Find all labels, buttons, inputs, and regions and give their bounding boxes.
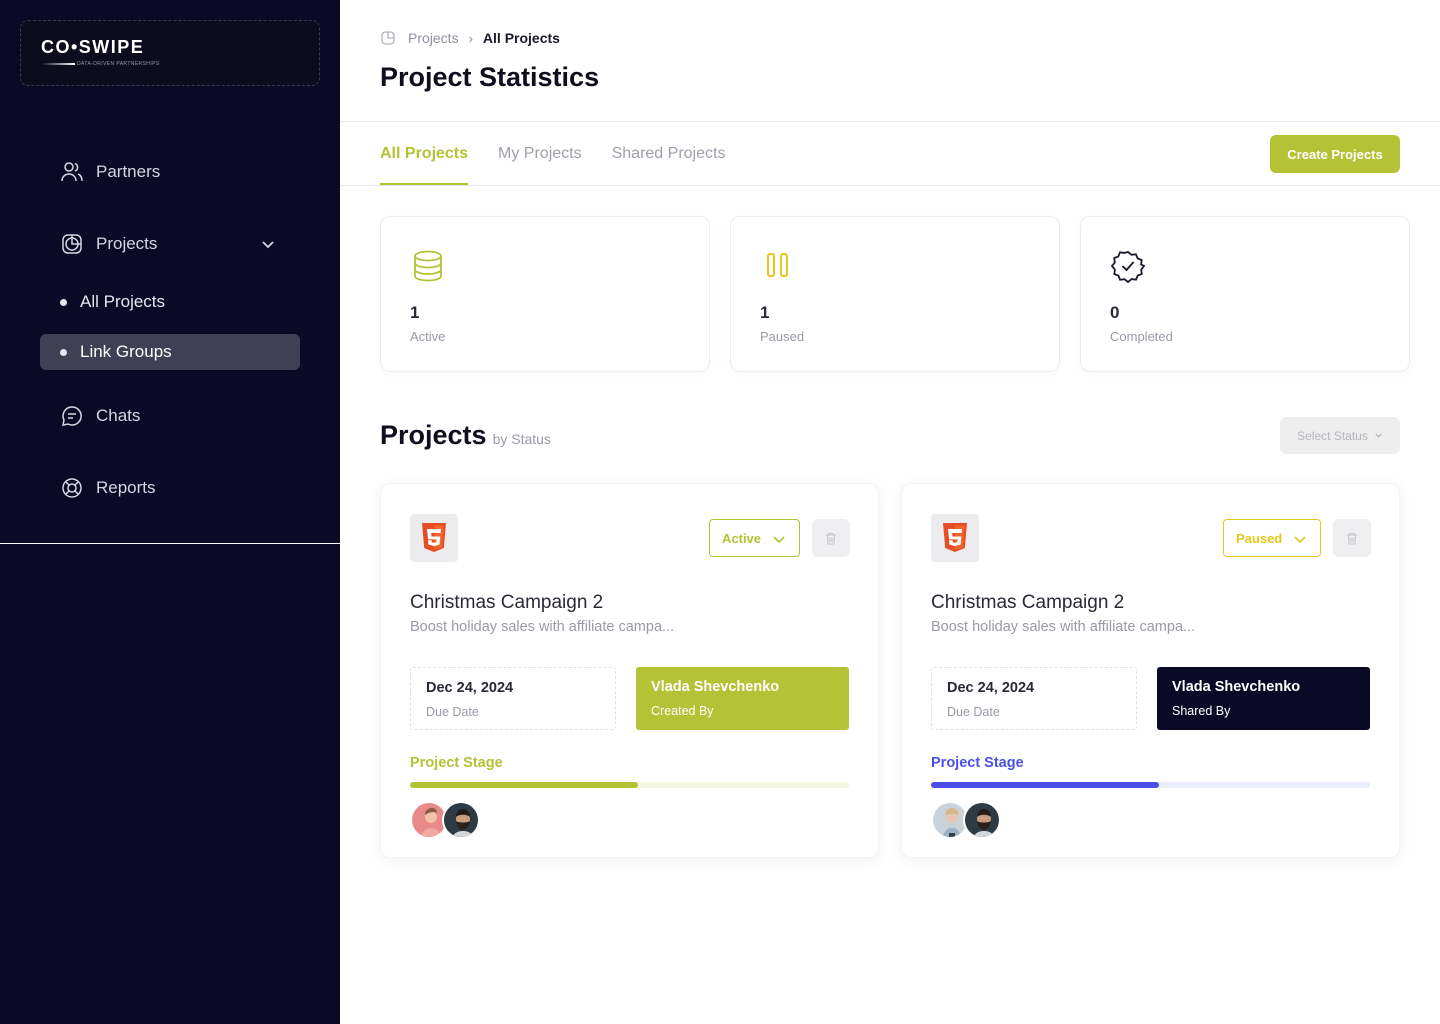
chevron-down-icon[interactable]	[260, 236, 276, 252]
trash-icon	[826, 532, 836, 545]
created-by-box: Vlada Shevchenko Created By	[636, 667, 849, 730]
status-dropdown-label: Active	[722, 530, 762, 546]
project-card[interactable]: Paused Christmas Campaign 2 Boost holida…	[901, 483, 1400, 858]
project-title: Christmas Campaign 2	[410, 592, 604, 613]
project-stage-progress	[931, 782, 1370, 788]
sidebar-item-label: Reports	[96, 478, 156, 497]
shared-by-box: Vlada Shevchenko Shared By	[1157, 667, 1370, 730]
bullet-icon	[60, 348, 67, 356]
due-date-box: Dec 24, 2024 Due Date	[410, 667, 616, 730]
pause-icon	[767, 253, 788, 277]
project-card[interactable]: Active Christmas Campaign 2 Boost holida…	[380, 483, 879, 858]
project-stage-progress	[410, 782, 849, 788]
chat-icon	[60, 404, 84, 428]
verified-badge-icon	[1111, 251, 1145, 283]
project-stage-label: Project Stage	[410, 755, 503, 771]
sidebar-item-projects[interactable]: Projects	[60, 232, 157, 256]
person-role: Shared By	[1172, 704, 1231, 718]
project-title: Christmas Campaign 2	[931, 592, 1125, 613]
projects-icon	[381, 31, 395, 45]
sidebar-item-reports[interactable]: Reports	[60, 476, 156, 500]
brand-swoosh	[41, 63, 75, 65]
due-date-label: Due Date	[426, 705, 479, 719]
stat-value: 0	[1110, 303, 1120, 322]
html5-icon	[931, 514, 979, 562]
sidebar-item-chats[interactable]: Chats	[60, 404, 140, 428]
breadcrumb-current: All Projects	[482, 30, 560, 46]
lifebuoy-icon	[60, 476, 84, 500]
breadcrumb-parent[interactable]: Projects	[408, 30, 459, 46]
section-title: Projects by Status	[380, 420, 551, 451]
member-avatars	[931, 801, 1001, 839]
stat-value: 1	[410, 303, 420, 322]
chevron-down-icon	[1294, 536, 1306, 544]
member-avatars	[410, 801, 480, 839]
database-icon	[414, 250, 442, 282]
html5-icon	[410, 514, 458, 562]
brand-name: CO•SWIPE	[41, 37, 145, 57]
status-dropdown[interactable]: Paused	[1223, 519, 1321, 557]
breadcrumb: Projects › All Projects	[380, 30, 560, 46]
tab-shared-projects[interactable]: Shared Projects	[612, 145, 726, 185]
avatar[interactable]	[442, 801, 480, 839]
delete-button[interactable]	[812, 519, 850, 557]
divider	[340, 121, 1440, 122]
project-description: Boost holiday sales with affiliate campa…	[410, 619, 675, 635]
stat-label: Paused	[760, 329, 805, 344]
chevron-down-icon	[773, 536, 785, 544]
status-select[interactable]: Select Status	[1280, 417, 1400, 454]
stat-card-completed: 0 Completed	[1080, 216, 1410, 372]
tab-my-projects[interactable]: My Projects	[498, 145, 582, 185]
sidebar-item-partners[interactable]: Partners	[60, 160, 160, 184]
person-role: Created By	[651, 704, 714, 718]
bullet-icon	[60, 298, 67, 306]
due-date-label: Due Date	[947, 705, 1000, 719]
tab-all-projects[interactable]: All Projects	[380, 145, 469, 185]
section-heading: Projects	[380, 420, 487, 450]
projects-icon	[60, 232, 84, 256]
status-dropdown-label: Paused	[1236, 530, 1283, 546]
sidebar-subitem-label: All Projects	[80, 292, 166, 311]
person-name: Vlada Shevchenko	[1172, 679, 1301, 695]
divider	[340, 185, 1440, 186]
sidebar-item-label: Chats	[96, 406, 141, 425]
person-name: Vlada Shevchenko	[651, 679, 780, 695]
status-dropdown[interactable]: Active	[709, 519, 800, 557]
brand-tagline: DATA-DRIVEN PARTNERSHIPS	[77, 61, 160, 67]
stat-card-paused: 1 Paused	[730, 216, 1060, 372]
sidebar-item-label: Partners	[96, 162, 161, 181]
stat-label: Active	[410, 329, 446, 344]
delete-button[interactable]	[1333, 519, 1371, 557]
project-stage-label: Project Stage	[931, 755, 1024, 771]
avatar[interactable]	[963, 801, 1001, 839]
project-description: Boost holiday sales with affiliate campa…	[931, 619, 1196, 635]
trash-icon	[1347, 532, 1357, 545]
sidebar-item-label: Projects	[96, 234, 158, 253]
sidebar-subitem-link-groups[interactable]: Link Groups	[40, 334, 300, 370]
create-projects-button[interactable]: Create Projects	[1270, 135, 1400, 173]
sidebar-subitem-label: Link Groups	[80, 342, 172, 361]
due-date-value: Dec 24, 2024	[947, 680, 1035, 696]
sidebar-divider	[0, 543, 340, 544]
stat-label: Completed	[1110, 329, 1173, 344]
status-select-label: Select Status	[1297, 428, 1368, 443]
page-title: Project Statistics	[380, 62, 600, 92]
users-icon	[60, 160, 84, 184]
chevron-right-icon: ›	[468, 30, 473, 46]
progress-fill	[931, 782, 1160, 788]
logo[interactable]: CO•SWIPE DATA-DRIVEN PARTNERSHIPS	[20, 20, 320, 86]
stat-value: 1	[760, 303, 770, 322]
sidebar: CO•SWIPE DATA-DRIVEN PARTNERSHIPS Partne…	[0, 0, 340, 1024]
due-date-value: Dec 24, 2024	[426, 680, 514, 696]
stat-card-active: 1 Active	[380, 216, 710, 372]
progress-fill	[410, 782, 639, 788]
sidebar-subitem-all-projects[interactable]: All Projects	[40, 284, 300, 320]
tabs: All Projects My Projects Shared Projects	[380, 145, 755, 185]
due-date-box: Dec 24, 2024 Due Date	[931, 667, 1137, 730]
chevron-down-icon	[1375, 433, 1382, 438]
section-subheading: by Status	[492, 431, 551, 447]
